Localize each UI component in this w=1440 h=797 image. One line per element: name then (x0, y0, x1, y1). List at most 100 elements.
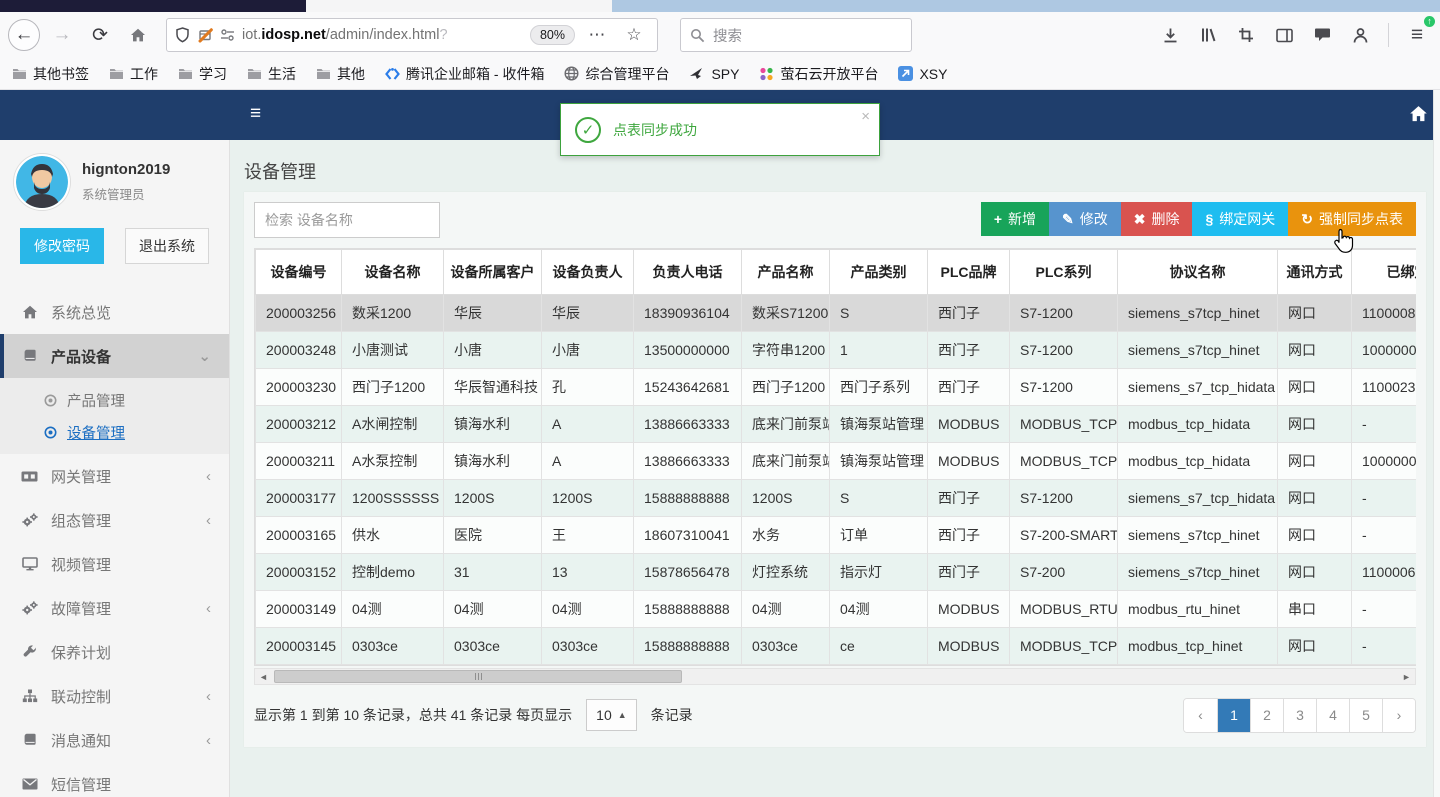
pager-prev[interactable]: ‹ (1184, 698, 1217, 732)
table-row[interactable]: 200003211 A水泵控制 镇海水利 A 13886663333 底来门前泵站 镇海泵站… (255, 442, 1416, 480)
logout-button[interactable]: 退出系统 (125, 228, 209, 264)
column-header[interactable]: PLC品牌 (927, 249, 1010, 295)
search-bar[interactable]: 搜索 (680, 18, 912, 52)
删除-button[interactable]: ✖ 删除 (1120, 202, 1193, 236)
bookmark-item[interactable]: 其他书签 (12, 64, 89, 84)
sidebar-item-产品设备[interactable]: 产品设备 ⌄ (0, 334, 229, 378)
sidebar-item-消息通知[interactable]: 消息通知 ‹ (0, 718, 229, 762)
column-header[interactable]: 通讯方式 (1277, 249, 1352, 295)
table-row[interactable]: 200003145 0303ce 0303ce 0303ce 15888888888 03… (255, 627, 1416, 665)
account-icon[interactable] (1345, 20, 1375, 50)
table-cell: - (1351, 590, 1416, 628)
app-home-icon[interactable] (1409, 105, 1428, 122)
table-row[interactable]: 200003256 数采1200 华辰 华辰 18390936104 数采S71200 S 西… (255, 294, 1416, 332)
scroll-left-icon[interactable]: ◄ (255, 669, 272, 684)
bookmark-item[interactable]: SPY (689, 66, 739, 82)
table-cell: modbus_tcp_hinet (1117, 627, 1278, 665)
change-password-button[interactable]: 修改密码 (20, 228, 104, 264)
horizontal-scrollbar[interactable]: ◄ ► (254, 668, 1416, 685)
pager-page-5[interactable]: 5 (1349, 698, 1382, 732)
sidebar-item-短信管理[interactable]: 短信管理 (0, 762, 229, 797)
pencil-icon: ✎ (1062, 210, 1074, 227)
sidebar-item-联动控制[interactable]: 联动控制 ‹ (0, 674, 229, 718)
bookmark-item[interactable]: 学习 (178, 64, 227, 84)
修改-button[interactable]: ✎ 修改 (1049, 202, 1121, 236)
scroll-right-icon[interactable]: ► (1398, 669, 1415, 684)
envelope-icon (21, 778, 38, 790)
zoom-badge[interactable]: 80% (529, 25, 575, 45)
app-menu-icon[interactable]: ≡ ↑ (1402, 16, 1435, 50)
sidebar-item-保养计划[interactable]: 保养计划 (0, 630, 229, 674)
table-row[interactable]: 200003212 A水闸控制 镇海水利 A 13886663333 底来门前泵站 镇海泵站… (255, 405, 1416, 443)
新增-button[interactable]: + 新增 (980, 202, 1049, 236)
pager-next[interactable]: › (1382, 698, 1415, 732)
table-cell: 1000000 (1351, 331, 1416, 369)
column-header[interactable]: 产品名称 (741, 249, 830, 295)
table-cell: 1100006 (1351, 553, 1416, 591)
column-header[interactable]: 协议名称 (1117, 249, 1278, 295)
column-header[interactable]: 设备负责人 (541, 249, 634, 295)
bookmark-star-icon[interactable]: ☆ (619, 20, 649, 50)
url-bar[interactable]: iot.idosp.net/admin/index.html? 80% ⋯ ☆ (166, 18, 658, 52)
bookmark-item[interactable]: 生活 (247, 64, 296, 84)
table-cell: 04测 (829, 590, 928, 628)
table-row[interactable]: 200003248 小唐测试 小唐 小唐 13500000000 字符串1200 1 西门子 S… (255, 331, 1416, 369)
table-cell: 镇海泵站管理 (829, 442, 928, 480)
back-icon[interactable]: ← (8, 19, 40, 51)
table-cell: S7-1200 (1009, 479, 1118, 517)
column-header[interactable]: 负责人电话 (633, 249, 742, 295)
column-header[interactable]: PLC系列 (1009, 249, 1118, 295)
bookmark-item[interactable]: 综合管理平台 (564, 64, 669, 84)
bookmark-item[interactable]: 工作 (109, 64, 158, 84)
screenshot-icon[interactable] (1231, 20, 1261, 50)
pager-page-1[interactable]: 1 (1217, 698, 1250, 732)
pager-page-4[interactable]: 4 (1316, 698, 1349, 732)
table-cell: 王 (541, 516, 634, 554)
pager-page-3[interactable]: 3 (1283, 698, 1316, 732)
download-icon[interactable] (1155, 20, 1185, 50)
column-header[interactable]: 设备编号 (255, 249, 342, 295)
column-header[interactable]: 已绑定网关 (1351, 249, 1416, 295)
table-row[interactable]: 200003152 控制demo 31 13 15878656478 灯控系统 指示灯 西门子… (255, 553, 1416, 591)
sidebar-item-组态管理[interactable]: 组态管理 ‹ (0, 498, 229, 542)
sidebar-item-故障管理[interactable]: 故障管理 ‹ (0, 586, 229, 630)
reload-icon[interactable]: ⟳ (84, 19, 116, 51)
sidebar-subitem-产品管理[interactable]: 产品管理 (0, 384, 229, 416)
library-icon[interactable] (1193, 20, 1223, 50)
toast-close-icon[interactable]: × (861, 108, 870, 125)
permissions-icon[interactable] (220, 28, 235, 42)
sidebar-item-系统总览[interactable]: 系统总览 (0, 290, 229, 334)
page-size-select[interactable]: 10 ▲ (586, 699, 637, 731)
more-actions-icon[interactable]: ⋯ (582, 20, 612, 50)
home-icon[interactable] (122, 19, 154, 51)
bookmark-item[interactable]: XSY (898, 66, 947, 82)
bookmark-item[interactable]: 腾讯企业邮箱 - 收件箱 (385, 64, 544, 84)
url-text[interactable]: iot.idosp.net/admin/index.html? (242, 27, 523, 43)
column-header[interactable]: 产品类别 (829, 249, 928, 295)
强制同步点表-button[interactable]: ↻ 强制同步点表 (1288, 202, 1416, 236)
pagination-row: 显示第 1 到第 10 条记录，总共 41 条记录 每页显示 10 ▲ 条记录 ‹… (254, 693, 1416, 737)
bookmark-item[interactable]: 萤石云开放平台 (759, 64, 878, 84)
forward-icon[interactable]: → (46, 19, 78, 51)
column-header[interactable]: 设备所属客户 (443, 249, 542, 295)
device-search-input[interactable] (254, 202, 440, 238)
sidebar-item-视频管理[interactable]: 视频管理 (0, 542, 229, 586)
table-row[interactable]: 200003149 04测 04测 04测 15888888888 04测 04测 MODBU… (255, 590, 1416, 628)
bookmark-item[interactable]: 其他 (316, 64, 365, 84)
pager-page-2[interactable]: 2 (1250, 698, 1283, 732)
绑定网关-button[interactable]: § 绑定网关 (1192, 202, 1289, 236)
shield-icon[interactable] (175, 27, 190, 43)
table-row[interactable]: 200003230 西门子1200 华辰智通科技孔 15243642681 西门子120… (255, 368, 1416, 406)
table-row[interactable]: 200003177 1200SSSSSS 1200S 1200S 15888888888… (255, 479, 1416, 517)
sidebar-subitem-设备管理[interactable]: 设备管理 (0, 416, 229, 448)
window-scrollbar[interactable] (1433, 90, 1440, 797)
sidebar-collapse-icon[interactable]: ≡ (250, 103, 261, 125)
blocked-permission-icon[interactable] (197, 27, 214, 43)
scrollbar-thumb[interactable] (274, 670, 682, 683)
avatar[interactable] (14, 154, 70, 210)
table-row[interactable]: 200003165 供水 医院王 18607310041 水务 订单 西门子 S7-200-S… (255, 516, 1416, 554)
sidebar-toggle-icon[interactable] (1269, 20, 1299, 50)
column-header[interactable]: 设备名称 (341, 249, 444, 295)
sidebar-item-网关管理[interactable]: 网关管理 ‹ (0, 454, 229, 498)
messages-icon[interactable] (1307, 20, 1337, 50)
